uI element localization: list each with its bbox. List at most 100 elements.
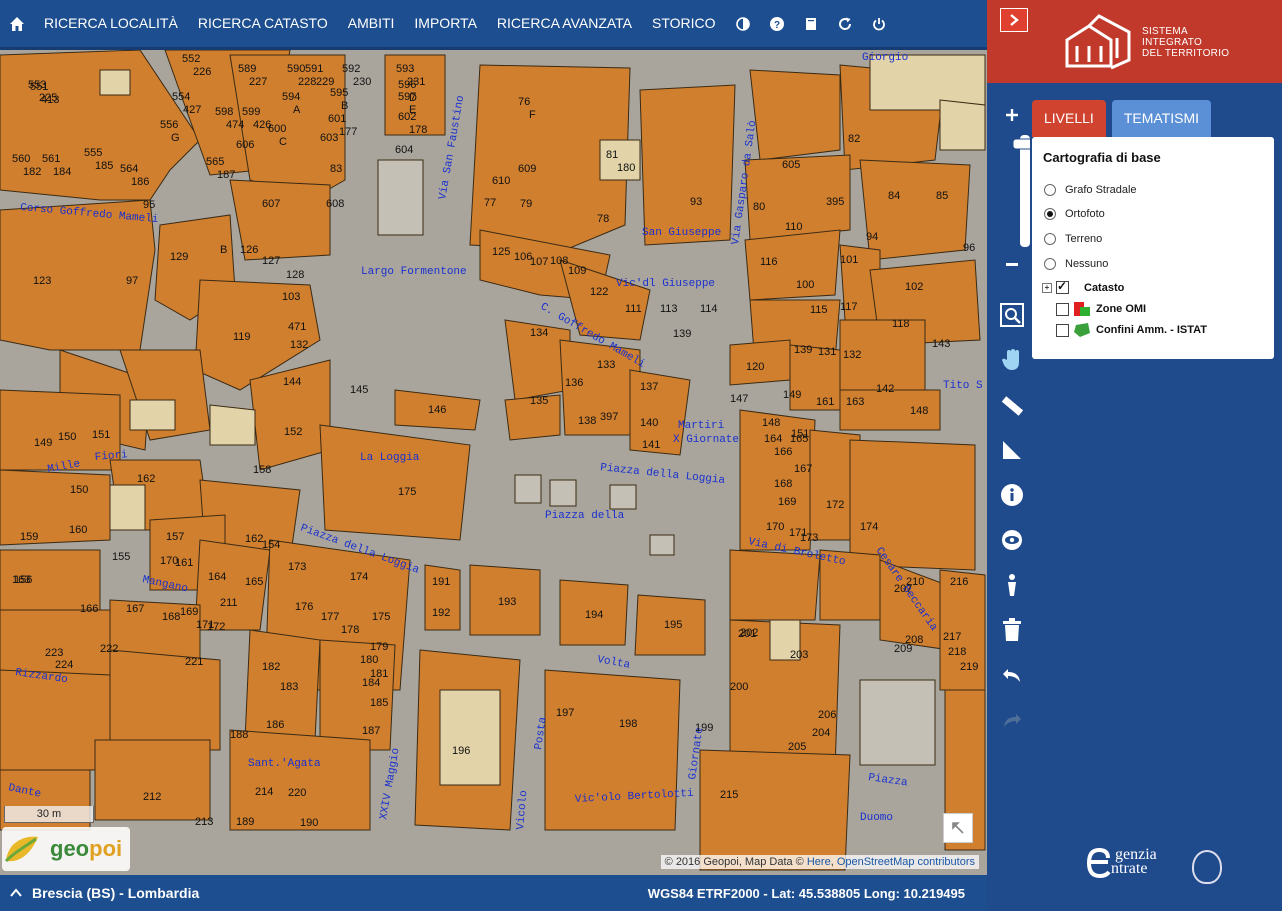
sit-logo-icon (1065, 14, 1131, 70)
measure-area-button[interactable] (995, 427, 1029, 472)
measure-distance-button[interactable] (995, 382, 1029, 427)
parcel-number: 79 (520, 198, 532, 210)
parcel-number: 97 (126, 275, 138, 287)
contrast-icon (735, 16, 750, 31)
parcel-number: 78 (597, 213, 609, 225)
parcel-number: B (220, 244, 227, 256)
parcel-number: 141 (642, 439, 660, 451)
parcel-number: 148 (910, 405, 928, 417)
radio-nessuno[interactable]: Nessuno (1044, 258, 1108, 270)
expand-tree-icon[interactable]: + (1042, 282, 1052, 293)
cadastral-map[interactable]: Largo Formentone San Giuseppe La Loggia … (0, 50, 987, 875)
map-label: Martiri (678, 420, 725, 432)
checkbox-confini-istat[interactable] (1056, 323, 1069, 337)
help-button[interactable]: ? (760, 0, 794, 47)
radio-grafo-stradale[interactable]: Grafo Stradale (1044, 184, 1137, 196)
parcel-number: 155 (112, 551, 130, 563)
radio-button[interactable] (1044, 208, 1056, 220)
radio-label: Terreno (1065, 233, 1103, 245)
parcel-number: 147 (730, 393, 748, 405)
geopoi-logo: geopoi (2, 827, 130, 871)
menu-storico[interactable]: STORICO (642, 0, 726, 47)
panel-title: Cartografia di base (1043, 150, 1161, 165)
home-button[interactable] (0, 0, 34, 47)
collapse-panel-button[interactable] (1000, 8, 1028, 32)
tab-tematismi[interactable]: TEMATISMI (1111, 100, 1212, 137)
zoom-extent-button[interactable] (995, 292, 1029, 337)
parcel-number: 190 (300, 817, 318, 829)
parcel-number: 177 (321, 611, 339, 623)
radio-terreno[interactable]: Terreno (1044, 233, 1102, 245)
layer-label: Zone OMI (1096, 303, 1147, 315)
parcel-number: 142 (876, 383, 894, 395)
redo-button[interactable] (995, 697, 1029, 742)
parcel-number: 163 (846, 396, 864, 408)
parcel-number: 172 (826, 499, 844, 511)
parcel-number: 168 (774, 478, 792, 490)
menu-ricerca-localita[interactable]: RICERCA LOCALITÀ (34, 0, 188, 47)
here-link[interactable]: Here (807, 856, 831, 868)
checkbox-catasto[interactable] (1056, 279, 1069, 294)
parcel-number: 131 (818, 346, 836, 358)
parcel-number: 163 (12, 574, 30, 586)
parcel-number: 191 (432, 576, 450, 588)
parcel-number: 593 (396, 63, 414, 75)
person-icon (1008, 573, 1016, 596)
parcel-number: 184 (53, 166, 71, 178)
parcel-number: 93 (690, 196, 702, 208)
parcel-number: 126 (240, 244, 258, 256)
parcel-number: 114 (700, 303, 718, 315)
power-button[interactable] (862, 0, 896, 47)
map-view[interactable]: Largo Formentone San Giuseppe La Loggia … (0, 50, 987, 875)
brand-line-2: INTEGRATO (1142, 37, 1203, 48)
checkbox-zone-omi[interactable] (1056, 302, 1069, 316)
layer-label: Catasto (1084, 281, 1125, 294)
parcel-number: 160 (69, 524, 87, 536)
radio-button[interactable] (1044, 258, 1056, 270)
parcel-number: 172 (207, 621, 225, 633)
parcel-number: 102 (905, 281, 923, 293)
book-icon (805, 17, 816, 30)
pan-button[interactable] (995, 337, 1029, 382)
refresh-button[interactable] (828, 0, 862, 47)
info-button[interactable] (995, 472, 1029, 517)
book-button[interactable] (794, 0, 828, 47)
parcel-number: 77 (484, 197, 496, 209)
parcel-number: 592 (342, 63, 360, 75)
parcel-number: 157 (166, 531, 184, 543)
delete-button[interactable] (995, 607, 1029, 652)
parcel-number: 83 (330, 163, 342, 175)
expand-map-button[interactable] (943, 813, 973, 843)
menu-ricerca-catasto[interactable]: RICERCA CATASTO (188, 0, 338, 47)
status-bar: Brescia (BS) - Lombardia WGS84 ETRF2000 … (0, 875, 987, 911)
radio-ortofoto[interactable]: Ortofoto (1044, 208, 1105, 220)
radio-button[interactable] (1044, 233, 1056, 245)
parcel-number: 118 (892, 318, 910, 330)
layer-confini-istat[interactable]: Confini Amm. - ISTAT (1056, 323, 1207, 337)
menu-ambiti[interactable]: AMBITI (338, 0, 405, 47)
layer-zone-omi[interactable]: Zone OMI (1056, 302, 1146, 316)
parcel-number: 555 (84, 147, 102, 159)
parcel-number: 168 (162, 611, 180, 623)
layer-catasto[interactable]: + Catasto (1042, 279, 1125, 294)
parcel-number: 595 (330, 87, 348, 99)
street-view-button[interactable] (995, 562, 1029, 607)
zoom-slider[interactable] (1006, 135, 1030, 247)
view-button[interactable] (995, 517, 1029, 562)
parcel-number: 189 (236, 816, 254, 828)
chevron-up-icon[interactable] (10, 888, 22, 898)
radio-button[interactable] (1044, 184, 1056, 196)
osm-link[interactable]: OpenStreetMap contributors (837, 856, 975, 868)
menu-importa[interactable]: IMPORTA (404, 0, 487, 47)
zoom-out-button[interactable] (995, 248, 1029, 282)
parcel-number: 199 (695, 722, 713, 734)
tab-livelli[interactable]: LIVELLI (1032, 100, 1106, 137)
undo-button[interactable] (995, 652, 1029, 697)
contrast-button[interactable] (726, 0, 760, 47)
parcel-number: 188 (230, 729, 248, 741)
zone-omi-swatch-icon (1074, 302, 1090, 316)
radio-label: Nessuno (1065, 258, 1109, 270)
map-label: La Loggia (360, 452, 420, 464)
menu-ricerca-avanzata[interactable]: RICERCA AVANZATA (487, 0, 642, 47)
zoom-in-button[interactable] (995, 92, 1029, 137)
